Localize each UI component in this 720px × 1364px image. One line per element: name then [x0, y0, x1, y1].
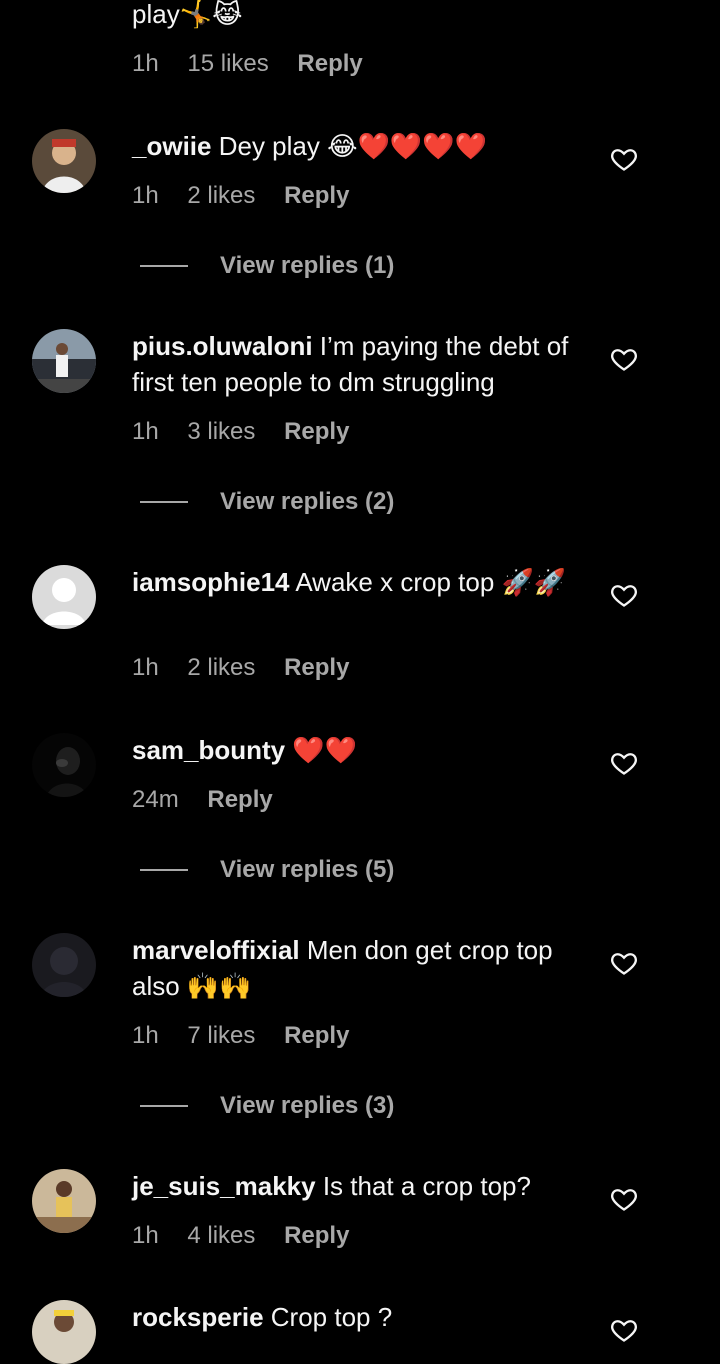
comment-meta: 1h 4 likes Reply	[132, 1222, 371, 1250]
comment-time: 1h	[132, 50, 159, 77]
heart-icon[interactable]	[610, 949, 638, 977]
comment-text: Crop top ?	[270, 1302, 393, 1332]
view-replies-button[interactable]: View replies (3)	[140, 1091, 394, 1121]
heart-icon[interactable]	[610, 145, 638, 173]
comment-meta: 1h 2 likes Reply	[132, 182, 371, 210]
avatar[interactable]	[32, 933, 96, 997]
comment-body: rocksperie Crop top ?	[132, 1299, 582, 1335]
comment-likes[interactable]: 4 likes	[187, 1222, 255, 1249]
comment-time: 24m	[132, 786, 179, 813]
comment-body: play🤸😹	[132, 0, 582, 32]
comment-time: 1h	[132, 1222, 159, 1249]
heart-icon[interactable]	[610, 1316, 638, 1344]
comment-body: iamsophie14 Awake x crop top 🚀🚀	[132, 564, 582, 600]
avatar[interactable]	[32, 129, 96, 193]
comment-username[interactable]: pius.oluwaloni	[132, 331, 313, 361]
comment-meta: 1h 15 likes Reply	[132, 50, 385, 78]
comment-meta: 1h 7 likes Reply	[132, 1022, 371, 1050]
comment-body: sam_bounty ❤️❤️	[132, 732, 582, 768]
comment-meta: 1h 3 likes Reply	[132, 418, 371, 446]
comment-likes[interactable]: 7 likes	[187, 1022, 255, 1049]
comment-meta: 24m Reply	[132, 786, 295, 814]
reply-button[interactable]: Reply	[284, 1022, 349, 1049]
comment-username[interactable]: rocksperie	[132, 1302, 264, 1332]
comment-time: 1h	[132, 418, 159, 445]
comment-body: je_suis_makky Is that a crop top?	[132, 1168, 582, 1204]
heart-icon[interactable]	[610, 749, 638, 777]
view-replies-line	[140, 265, 188, 267]
comment-likes[interactable]: 2 likes	[187, 654, 255, 681]
view-replies-line	[140, 869, 188, 871]
view-replies-button[interactable]: View replies (1)	[140, 251, 394, 281]
view-replies-label: View replies (3)	[220, 1092, 395, 1119]
heart-icon[interactable]	[610, 1185, 638, 1213]
comment-username[interactable]: iamsophie14	[132, 567, 290, 597]
view-replies-label: View replies (2)	[220, 488, 395, 515]
comment-text: play🤸😹	[132, 0, 243, 29]
reply-button[interactable]: Reply	[284, 1222, 349, 1249]
heart-icon[interactable]	[610, 581, 638, 609]
comment-likes[interactable]: 15 likes	[187, 50, 268, 77]
comment-text: Is that a crop top?	[322, 1171, 531, 1201]
comment-body: marveloffixial Men don get crop top also…	[132, 932, 582, 1004]
avatar[interactable]	[32, 1300, 96, 1364]
comment-username[interactable]: je_suis_makky	[132, 1171, 316, 1201]
comment-username[interactable]: marveloffixial	[132, 935, 300, 965]
view-replies-line	[140, 501, 188, 503]
avatar[interactable]	[32, 565, 96, 629]
view-replies-button[interactable]: View replies (2)	[140, 487, 394, 517]
reply-button[interactable]: Reply	[284, 182, 349, 209]
reply-button[interactable]: Reply	[207, 786, 272, 813]
avatar[interactable]	[32, 1169, 96, 1233]
avatar[interactable]	[32, 733, 96, 797]
reply-button[interactable]: Reply	[297, 50, 362, 77]
comment-text: Dey play 😂❤️❤️❤️❤️	[218, 131, 487, 161]
reply-button[interactable]: Reply	[284, 654, 349, 681]
view-replies-label: View replies (5)	[220, 856, 395, 883]
comment-text: ❤️❤️	[292, 735, 358, 765]
comment-meta: 1h 2 likes Reply	[132, 654, 371, 682]
comment-username[interactable]: sam_bounty	[132, 735, 285, 765]
comment-time: 1h	[132, 1022, 159, 1049]
comment-likes[interactable]: 3 likes	[187, 418, 255, 445]
comment-text: Awake x crop top 🚀🚀	[295, 567, 567, 597]
comment-body: pius.oluwaloni I’m paying the debt of fi…	[132, 328, 582, 400]
view-replies-line	[140, 1105, 188, 1107]
comment-username[interactable]: _owiie	[132, 131, 211, 161]
comment-time: 1h	[132, 654, 159, 681]
comment-time: 1h	[132, 182, 159, 209]
view-replies-button[interactable]: View replies (5)	[140, 855, 394, 885]
view-replies-label: View replies (1)	[220, 252, 395, 279]
comment-body: _owiie Dey play 😂❤️❤️❤️❤️	[132, 128, 582, 164]
avatar[interactable]	[32, 329, 96, 393]
heart-icon[interactable]	[610, 345, 638, 373]
comment-likes[interactable]: 2 likes	[187, 182, 255, 209]
reply-button[interactable]: Reply	[284, 418, 349, 445]
